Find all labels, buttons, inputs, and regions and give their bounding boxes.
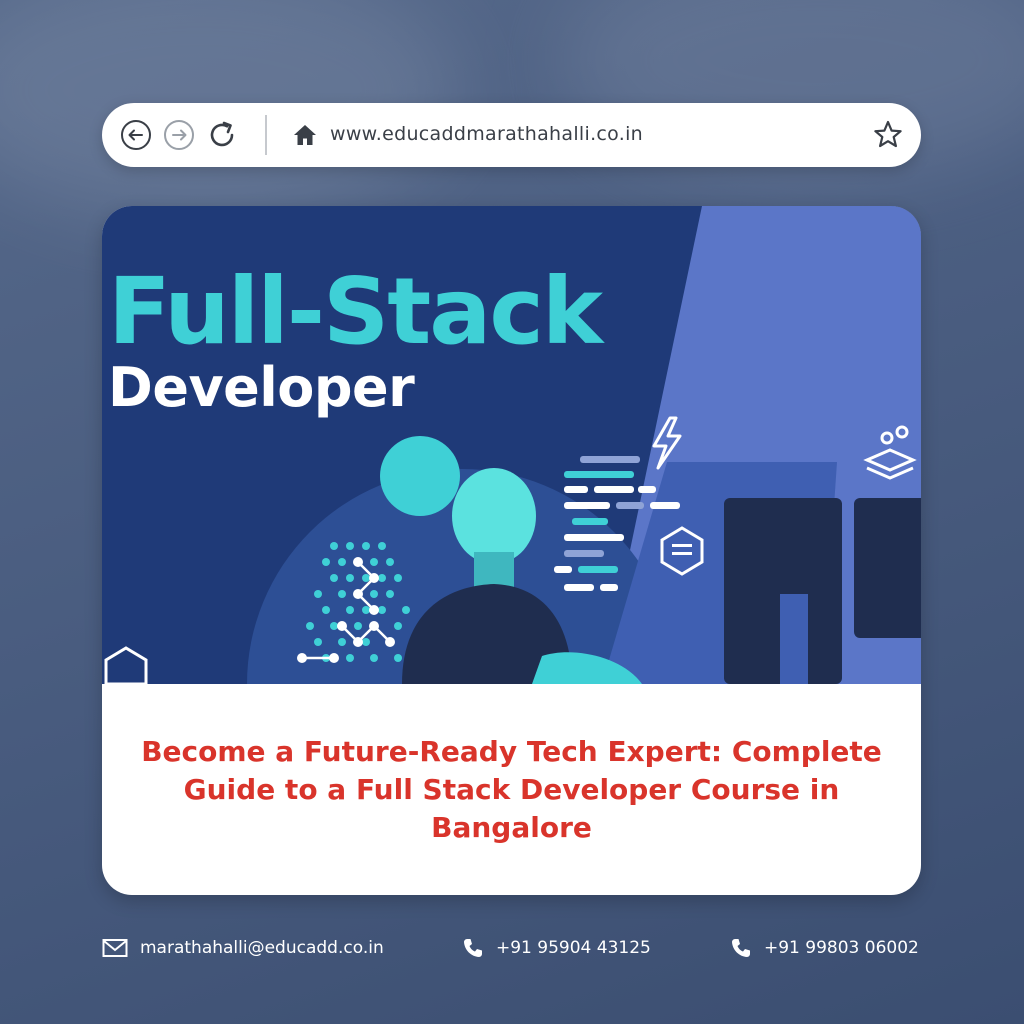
hero-subtitle: Developer [108,356,415,419]
back-arrow-icon [128,129,143,141]
bar-divider [265,115,267,155]
phone-icon [732,939,750,957]
phone-icon [464,939,482,957]
mail-icon [102,939,128,957]
url-text[interactable]: www.educaddmarathahalli.co.in [330,123,643,145]
contact-phone-1[interactable]: +91 95904 43125 [462,936,651,960]
back-button[interactable] [121,120,151,150]
article-card[interactable]: Full-Stack Developer Become a Future-Rea… [102,206,921,895]
browser-address-bar: www.educaddmarathahalli.co.in [102,103,921,167]
hero-banner: Full-Stack Developer [102,206,921,684]
caption-area: Become a Future-Ready Tech Expert: Compl… [102,684,921,895]
email-text[interactable]: marathahalli@educadd.co.in [140,938,384,958]
article-headline[interactable]: Become a Future-Ready Tech Expert: Compl… [132,733,892,847]
contact-phone-2[interactable]: +91 99803 06002 [730,936,919,960]
forward-arrow-icon [172,129,187,141]
home-icon[interactable] [292,123,318,147]
star-icon[interactable] [872,119,904,151]
forward-button[interactable] [164,120,194,150]
phone-2-text[interactable]: +91 99803 06002 [764,938,919,958]
contact-email[interactable]: marathahalli@educadd.co.in [102,936,384,960]
phone-1-text[interactable]: +91 95904 43125 [496,938,651,958]
hero-title: Full-Stack [108,258,603,365]
reload-icon[interactable] [205,118,239,152]
